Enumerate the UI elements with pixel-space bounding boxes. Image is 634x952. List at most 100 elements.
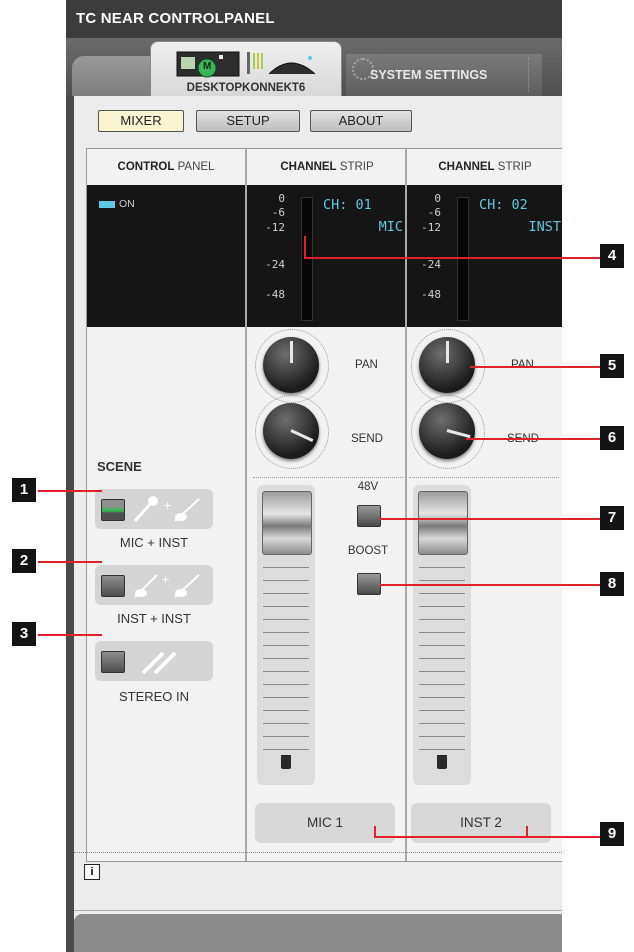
- on-label: ON: [119, 198, 135, 210]
- meter-tick-label: -6: [427, 206, 441, 219]
- stereo-jack-icon: [141, 651, 177, 675]
- scene-inst-inst[interactable]: +: [95, 565, 213, 605]
- svg-text:+: +: [161, 573, 170, 586]
- title-bar: TC NEAR CONTROLPANEL: [66, 0, 562, 40]
- scene-label: INST + INST: [117, 611, 191, 626]
- scene-mic-inst[interactable]: +: [95, 489, 213, 529]
- pan-knob[interactable]: [419, 337, 475, 393]
- scene-stereo-in-button[interactable]: [101, 651, 125, 673]
- callout-leader-7: [380, 518, 600, 520]
- meter-tick-label: -12: [421, 221, 441, 234]
- volume-fader-track: [413, 485, 471, 785]
- callout-leader-4-vertical: [304, 236, 306, 258]
- info-icon-glyph: i: [90, 866, 94, 878]
- callout-leader-8: [380, 584, 600, 586]
- pan-label: PAN: [355, 359, 378, 371]
- meter-tick-label: 0: [434, 192, 441, 205]
- callout-badge-1: 1: [12, 478, 36, 502]
- knob-pointer: [290, 429, 314, 443]
- tab-badge-m: M: [203, 61, 212, 72]
- svg-text:+: +: [163, 499, 172, 512]
- meter-tick-label: -48: [421, 288, 441, 301]
- callout-badge-3: 3: [12, 622, 36, 646]
- heading-bold: CHANNEL: [438, 161, 495, 173]
- scene-inst-inst-button[interactable]: [101, 575, 125, 597]
- setup-button[interactable]: SETUP: [196, 110, 300, 132]
- channel-strip-2: CHANNEL STRIP 0 -6 -12 -24 -48 CH: 02 IN…: [407, 149, 562, 861]
- device-tab-strip: M DESKTOPKONNEKT6 SYSTEM SETTINGS: [66, 38, 562, 99]
- callout-badge-7: 7: [600, 506, 624, 530]
- volume-fader-handle[interactable]: [418, 491, 468, 555]
- channel-display: 0 -6 -12 -24 -48 CH: 02 INST: [407, 185, 562, 327]
- callout-leader-3: [38, 634, 102, 636]
- guitar-guitar-icon: +: [134, 573, 200, 598]
- send-label: SEND: [351, 433, 383, 445]
- info-icon[interactable]: i: [84, 864, 100, 880]
- callout-badge-9: 9: [600, 822, 624, 846]
- control-panel-column: CONTROL PANEL ON SCENE + MIC + INST + IN…: [87, 149, 245, 861]
- section-separator: [409, 477, 559, 478]
- send-knob[interactable]: [419, 403, 475, 459]
- heading-rest: STRIP: [494, 161, 532, 173]
- meter-tick-label: 0: [278, 192, 285, 205]
- channel-input-type: MIC: [378, 219, 403, 235]
- heading-bold: CHANNEL: [280, 161, 337, 173]
- tab-label: DESKTOPKONNEKT6: [186, 82, 306, 94]
- channel-heading: CHANNEL STRIP: [247, 161, 407, 187]
- pan-knob[interactable]: [263, 337, 319, 393]
- channel-id: CH: 01: [323, 197, 372, 213]
- send-knob[interactable]: [263, 403, 319, 459]
- callout-badge-6: 6: [600, 426, 624, 450]
- knob-pointer: [290, 341, 293, 363]
- channel-display: 0 -6 -12 -24 -48 CH: 01 MIC: [247, 185, 407, 327]
- heading-rest: PANEL: [174, 161, 215, 173]
- section-separator: [253, 477, 403, 478]
- tab-desktopkonnekt6[interactable]: M DESKTOPKONNEKT6: [150, 41, 342, 99]
- scene-label: STEREO IN: [118, 689, 190, 704]
- mixer-button[interactable]: MIXER: [98, 110, 184, 132]
- level-meter: [301, 197, 313, 321]
- boost-button[interactable]: [357, 573, 381, 595]
- tab-system-settings[interactable]: SYSTEM SETTINGS: [346, 54, 542, 96]
- callout-leader-2: [38, 561, 102, 563]
- control-panel-heading: CONTROL PANEL: [87, 161, 245, 187]
- callout-leader-5: [470, 366, 600, 368]
- channel-id: CH: 02: [479, 197, 528, 213]
- volume-fader-track: [257, 485, 315, 785]
- meter-tick-label: -6: [271, 206, 285, 219]
- mic-guitar-icon: +: [133, 496, 200, 522]
- callout-leader-6: [466, 438, 600, 440]
- callout-badge-2: 2: [12, 549, 36, 573]
- mixer-frame: CONTROL PANEL ON SCENE + MIC + INST + IN…: [86, 148, 562, 862]
- scene-mic-inst-button[interactable]: [101, 499, 125, 521]
- tab-label: SYSTEM SETTINGS: [370, 68, 488, 82]
- callout-badge-5: 5: [600, 354, 624, 378]
- pan-label: PAN: [511, 359, 534, 371]
- scene-stereo-in[interactable]: [95, 641, 213, 681]
- callout-leader-4: [304, 257, 602, 259]
- main-panel: MIXER SETUP ABOUT CONTROL PANEL ON SCENE: [74, 96, 562, 952]
- meter-tick-label: -24: [421, 258, 441, 271]
- channel-input-type: INST: [528, 219, 561, 235]
- knob-pointer: [446, 429, 471, 439]
- channel-heading: CHANNEL STRIP: [407, 161, 562, 187]
- about-button[interactable]: ABOUT: [310, 110, 412, 132]
- scene-heading: SCENE: [97, 459, 142, 474]
- heading-rest: STRIP: [336, 161, 374, 173]
- phantom-power-button[interactable]: [357, 505, 381, 527]
- volume-fader-handle[interactable]: [262, 491, 312, 555]
- tab-placeholder-left: [72, 56, 152, 96]
- phantom-power-label: 48V: [357, 481, 379, 493]
- info-bar-separator: [74, 852, 562, 853]
- on-indicator[interactable]: [99, 201, 115, 208]
- status-bar: [74, 914, 562, 952]
- meter-tick-label: -48: [265, 288, 285, 301]
- tab-separator: [528, 58, 530, 92]
- device-thumbnail-icon: [176, 51, 316, 78]
- boost-label: BOOST: [347, 545, 389, 557]
- heading-bold: CONTROL: [117, 161, 175, 173]
- control-panel-display: ON: [87, 185, 245, 327]
- channel-strip-1: CHANNEL STRIP 0 -6 -12 -24 -48 CH: 01 MI…: [247, 149, 407, 861]
- callout-leader-1: [38, 490, 102, 492]
- callout-badge-4: 4: [600, 244, 624, 268]
